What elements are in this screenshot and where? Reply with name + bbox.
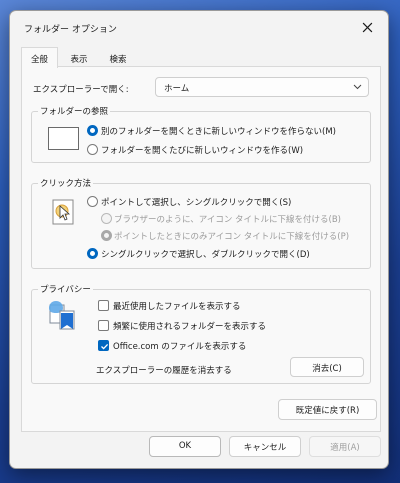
radio-underline-browser-label: ブラウザーのように、アイコン タイトルに下線を付ける(B): [114, 215, 341, 225]
folder-options-dialog: フォルダー オプション 全般 表示 検索 エクスプローラーで開く: ホーム フォ…: [9, 10, 389, 469]
chevron-down-icon: [353, 84, 362, 90]
checkbox-frequent-folders-label: 頻繁に使用されるフォルダーを表示する: [113, 322, 267, 332]
checkbox-frequent-folders[interactable]: [98, 320, 109, 331]
ok-button-label: OK: [178, 441, 192, 451]
clear-history-label: エクスプローラーの履歴を消去する: [96, 366, 232, 376]
window-title: フォルダー オプション: [24, 25, 117, 35]
radio-new-window[interactable]: [87, 144, 98, 155]
tab-search[interactable]: 検索: [99, 48, 137, 67]
radio-single-click-label: ポイントして選択し、シングルクリックで開く(S): [101, 198, 292, 208]
cancel-button-label: キャンセル: [243, 443, 287, 453]
tab-general-label: 全般: [30, 55, 48, 65]
checkbox-office-files[interactable]: [98, 340, 109, 351]
general-tab-panel: エクスプローラーで開く: ホーム フォルダーの参照 別のフォルダーを開くときに新…: [21, 66, 381, 432]
radio-same-window[interactable]: [87, 125, 98, 136]
radio-same-window-label: 別のフォルダーを開くときに新しいウィンドウを作らない(M): [101, 127, 336, 137]
open-explorer-select[interactable]: ホーム: [155, 77, 369, 97]
clear-history-button-label: 消去(C): [312, 364, 342, 374]
cancel-button[interactable]: キャンセル: [229, 436, 301, 457]
click-method-legend: クリック方法: [38, 177, 94, 189]
browse-folders-legend: フォルダーの参照: [38, 105, 111, 117]
pointer-click-icon: [52, 199, 74, 225]
ok-button[interactable]: OK: [149, 436, 221, 457]
tab-view[interactable]: 表示: [61, 48, 97, 67]
close-button[interactable]: [346, 11, 388, 43]
tab-search-label: 検索: [109, 55, 127, 65]
clear-history-button[interactable]: 消去(C): [290, 357, 364, 377]
tab-general[interactable]: 全般: [21, 47, 58, 68]
radio-underline-browser[interactable]: [101, 213, 112, 224]
window-illustration: [48, 127, 79, 150]
apply-button-label: 適用(A): [330, 443, 360, 453]
privacy-legend: プライバシー: [38, 283, 93, 295]
apply-button[interactable]: 適用(A): [309, 436, 381, 457]
restore-defaults-button[interactable]: 既定値に戻す(R): [278, 399, 377, 420]
radio-underline-point-label: ポイントしたときにのみアイコン タイトルに下線を付ける(P): [114, 232, 350, 242]
privacy-icon: [49, 301, 75, 330]
radio-new-window-label: フォルダーを開くたびに新しいウィンドウを作る(W): [101, 146, 304, 156]
title-bar[interactable]: フォルダー オプション: [10, 11, 388, 43]
open-explorer-label: エクスプローラーで開く:: [33, 85, 129, 95]
checkbox-recent-files[interactable]: [98, 300, 109, 311]
close-icon: [362, 22, 372, 32]
radio-underline-point[interactable]: [101, 230, 112, 241]
radio-double-click-label: シングルクリックで選択し、ダブルクリックで開く(D): [101, 250, 310, 260]
open-explorer-value: ホーム: [164, 84, 190, 94]
radio-single-click[interactable]: [87, 196, 98, 207]
radio-double-click[interactable]: [87, 248, 98, 259]
tab-view-label: 表示: [70, 55, 88, 65]
restore-defaults-button-label: 既定値に戻す(R): [295, 406, 360, 416]
check-icon: [101, 343, 109, 350]
checkbox-recent-files-label: 最近使用したファイルを表示する: [113, 302, 241, 312]
checkbox-office-files-label: Office.com のファイルを表示する: [113, 342, 247, 352]
